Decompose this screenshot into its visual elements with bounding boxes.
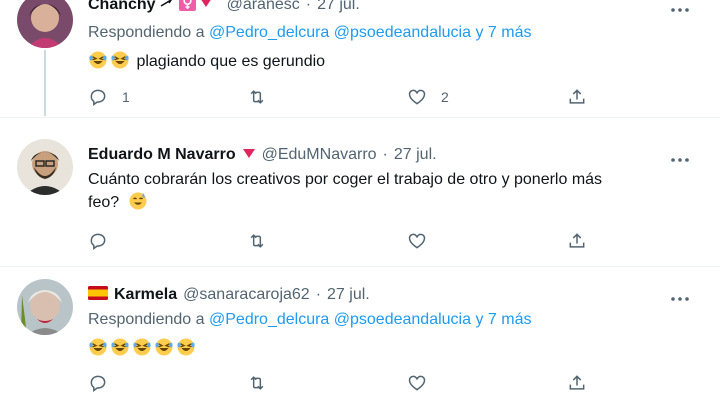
share-icon <box>569 233 585 248</box>
like-button[interactable]: 2 <box>407 87 449 107</box>
like-button[interactable] <box>407 373 427 393</box>
mention-link[interactable]: @Pedro_delcura <box>209 24 329 41</box>
mention-link[interactable]: @psoedeandalucia <box>334 24 471 41</box>
retweet-button[interactable] <box>247 373 267 393</box>
user-handle[interactable]: @aranesc <box>227 0 300 14</box>
rofl-emoji-icon <box>132 337 152 357</box>
tweet-body-line: feo? <box>88 194 120 211</box>
heart-icon <box>408 375 426 391</box>
more-mentions-link[interactable]: y 7 más <box>475 311 531 328</box>
avatar[interactable] <box>17 139 73 195</box>
rofl-emoji-icon <box>176 337 196 357</box>
share-button[interactable] <box>567 231 587 251</box>
rofl-emoji-icon <box>110 337 130 357</box>
tweet-eduardo[interactable]: Eduardo M Navarro @EduMNavarro · 27 jul.… <box>0 117 720 266</box>
retweet-icon <box>250 234 264 248</box>
retweet-icon <box>250 376 264 390</box>
tweet-body-line: Cuánto cobrarán los creativos por coger … <box>88 171 603 188</box>
mention-link[interactable]: @Pedro_delcura <box>209 311 329 328</box>
separator-dot: · <box>382 146 388 163</box>
user-handle[interactable]: @EduMNavarro <box>262 146 377 164</box>
rofl-emoji-icon <box>88 50 108 70</box>
heart-icon <box>408 233 426 249</box>
rofl-emoji-icon <box>110 50 130 70</box>
share-button[interactable] <box>567 373 587 393</box>
tweet-actions: 1 2 <box>88 87 608 109</box>
tweet-text: plagiando que es gerundio <box>88 50 688 73</box>
replying-prefix: Respondiendo a <box>88 311 205 328</box>
tweet-text <box>88 337 688 360</box>
more-icon[interactable] <box>670 152 690 163</box>
rose-icon <box>242 146 256 164</box>
avatar[interactable] <box>17 0 73 48</box>
rofl-emoji-icon <box>88 337 108 357</box>
tweet-date[interactable]: 27 jul. <box>394 146 437 164</box>
more-icon[interactable] <box>670 2 690 13</box>
reply-icon <box>90 89 106 106</box>
sweat-smile-emoji-icon <box>128 191 148 211</box>
like-button[interactable] <box>407 231 427 251</box>
like-count: 2 <box>441 89 449 105</box>
tweet-body: plagiando que es gerundio <box>136 53 326 70</box>
more-mentions-link[interactable]: y 7 más <box>475 24 531 41</box>
separator-dot: · <box>305 0 312 13</box>
more-icon[interactable] <box>670 291 690 302</box>
thread-line <box>44 50 46 116</box>
rofl-emoji-icon <box>154 337 174 357</box>
tweet-karmela[interactable]: Karmela @sanaracaroja62 · 27 jul. Respon… <box>0 266 720 405</box>
mention-link[interactable]: @psoedeandalucia <box>334 311 471 328</box>
retweet-button[interactable] <box>247 87 267 107</box>
tweet-header: Eduardo M Navarro @EduMNavarro · 27 jul. <box>88 144 437 166</box>
tweet-chanchy[interactable]: Chanchy @aranesc · 27 jul. Respondiendo … <box>0 0 720 117</box>
reply-count: 1 <box>122 89 130 105</box>
tweet-actions <box>88 373 608 395</box>
avatar[interactable] <box>17 279 73 335</box>
display-name[interactable]: Eduardo M Navarro <box>88 146 236 164</box>
retweet-icon <box>250 90 264 104</box>
replying-prefix: Respondiendo a <box>88 24 205 41</box>
retweet-button[interactable] <box>247 231 267 251</box>
replying-to: Respondiendo a @Pedro_delcura @psoedeand… <box>88 24 531 42</box>
tweet-date[interactable]: 27 jul. <box>327 286 370 304</box>
reply-button[interactable]: 1 <box>88 87 130 107</box>
replying-to: Respondiendo a @Pedro_delcura @psoedeand… <box>88 311 531 329</box>
heart-icon <box>408 89 426 105</box>
display-name[interactable]: Karmela <box>114 286 177 304</box>
tweet-header: Karmela @sanaracaroja62 · 27 jul. <box>88 284 370 306</box>
tweet-date[interactable]: 27 jul. <box>317 0 360 14</box>
share-button[interactable] <box>567 87 587 107</box>
tweet-text: Cuánto cobrarán los creativos por coger … <box>88 168 688 214</box>
spain-flag-icon <box>88 285 108 305</box>
reply-button[interactable] <box>88 231 108 251</box>
reply-icon <box>90 233 106 250</box>
badge-icons <box>159 0 221 17</box>
separator-dot: · <box>315 286 322 303</box>
share-icon <box>569 375 585 390</box>
share-icon <box>569 89 585 104</box>
tweet-header: Chanchy @aranesc · 27 jul. <box>88 0 360 16</box>
display-name[interactable]: Chanchy <box>88 0 156 14</box>
tweet-actions <box>88 231 608 253</box>
reply-button[interactable] <box>88 373 108 393</box>
reply-icon <box>90 375 106 392</box>
user-handle[interactable]: @sanaracaroja62 <box>183 286 310 304</box>
